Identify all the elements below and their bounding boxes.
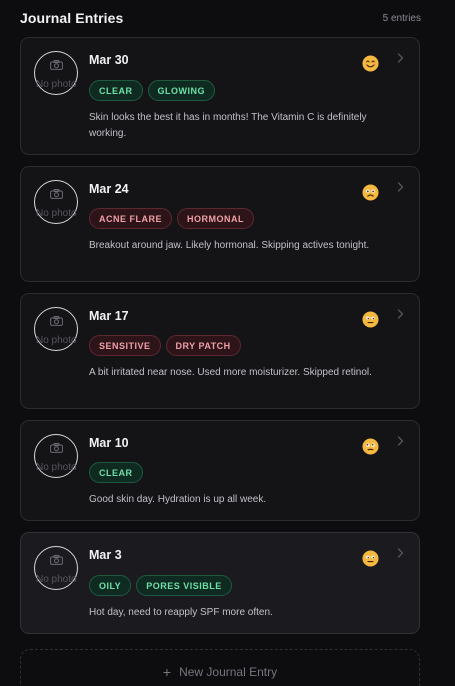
tag-list: OILY PORES VISIBLE: [89, 574, 405, 596]
journal-entry-card[interactable]: No photo Mar 30 CLEAR GLOWING Skin looks…: [20, 37, 420, 155]
unamused-face-icon: [362, 550, 379, 567]
journal-entry-card[interactable]: No photo Mar 10 CLEAR Good skin day. Hyd…: [20, 419, 420, 521]
tag-list: CLEAR GLOWING: [89, 79, 405, 101]
skin-tag: SENSITIVE: [89, 335, 161, 356]
camera-icon: [50, 315, 63, 326]
skin-tag: DRY PATCH: [165, 335, 241, 356]
tag-list: SENSITIVE DRY PATCH: [89, 335, 405, 356]
journal-entry-card[interactable]: No photo Mar 24 ACNE FLARE HORMONAL Brea…: [20, 165, 420, 282]
no-photo-label: No photo: [36, 79, 77, 90]
photo-placeholder[interactable]: No photo: [34, 179, 78, 224]
tag-list: ACNE FLARE HORMONAL: [89, 208, 405, 229]
smiling-face-icon: [362, 55, 379, 72]
worried-face-icon: [362, 183, 379, 201]
camera-icon: [50, 188, 63, 199]
skin-tag: CLEAR: [89, 79, 143, 101]
chevron-right-icon[interactable]: [397, 53, 404, 63]
entry-count: 5 entries: [382, 12, 421, 24]
journal-header: Journal Entries 5 entries: [20, 0, 421, 36]
entry-note: Hot day, need to reapply SPF more often.: [89, 606, 273, 618]
page-title: Journal Entries: [20, 10, 124, 26]
tag-list: CLEAR: [89, 462, 405, 483]
chevron-right-icon[interactable]: [397, 181, 404, 192]
no-photo-label: No photo: [36, 207, 77, 219]
skin-tag: PORES VISIBLE: [136, 574, 232, 596]
no-photo-label: No photo: [36, 574, 77, 585]
entry-list: No photo Mar 30 CLEAR GLOWING Skin looks…: [20, 37, 421, 634]
chevron-right-icon[interactable]: [397, 548, 404, 558]
camera-icon: [50, 555, 63, 565]
entry-note: A bit irritated near nose. Used more moi…: [89, 367, 372, 378]
camera-icon: [50, 60, 63, 70]
unamused-face-icon: [362, 310, 379, 328]
new-entry-label: New Journal Entry: [179, 664, 278, 679]
skin-tag: OILY: [89, 574, 132, 596]
photo-placeholder[interactable]: No photo: [34, 433, 78, 478]
photo-placeholder[interactable]: No photo: [34, 306, 78, 351]
entry-note: Good skin day. Hydration is up all week.: [89, 494, 267, 505]
camera-icon: [50, 442, 63, 453]
entry-date: Mar 24: [89, 181, 129, 196]
chevron-right-icon[interactable]: [397, 435, 404, 446]
entry-date: Mar 3: [89, 548, 122, 562]
skin-tag: HORMONAL: [177, 208, 254, 229]
photo-placeholder[interactable]: No photo: [34, 546, 78, 590]
entry-note: Skin looks the best it has in months! Th…: [89, 111, 367, 139]
entry-note: Breakout around jaw. Likely hormonal. Sk…: [89, 240, 370, 251]
journal-entry-card[interactable]: No photo Mar 17 SENSITIVE DRY PATCH A bi…: [20, 292, 420, 409]
entry-date: Mar 10: [89, 435, 129, 450]
skin-tag: ACNE FLARE: [89, 208, 172, 229]
entry-date: Mar 17: [89, 308, 129, 323]
skin-tag: GLOWING: [147, 79, 215, 101]
journal-entry-card[interactable]: No photo Mar 3 OILY PORES VISIBLE Hot da…: [20, 532, 420, 634]
skin-tag: CLEAR: [89, 462, 143, 483]
neutral-face-icon: [362, 437, 379, 455]
new-journal-entry-button[interactable]: + New Journal Entry: [20, 648, 420, 686]
chevron-right-icon[interactable]: [397, 308, 404, 319]
photo-placeholder[interactable]: No photo: [34, 51, 78, 95]
entry-date: Mar 30: [89, 53, 129, 67]
plus-icon: +: [162, 663, 172, 680]
no-photo-label: No photo: [36, 461, 77, 473]
journal-panel: Journal Entries 5 entries No photo Mar 3…: [0, 0, 455, 686]
no-photo-label: No photo: [36, 334, 77, 346]
